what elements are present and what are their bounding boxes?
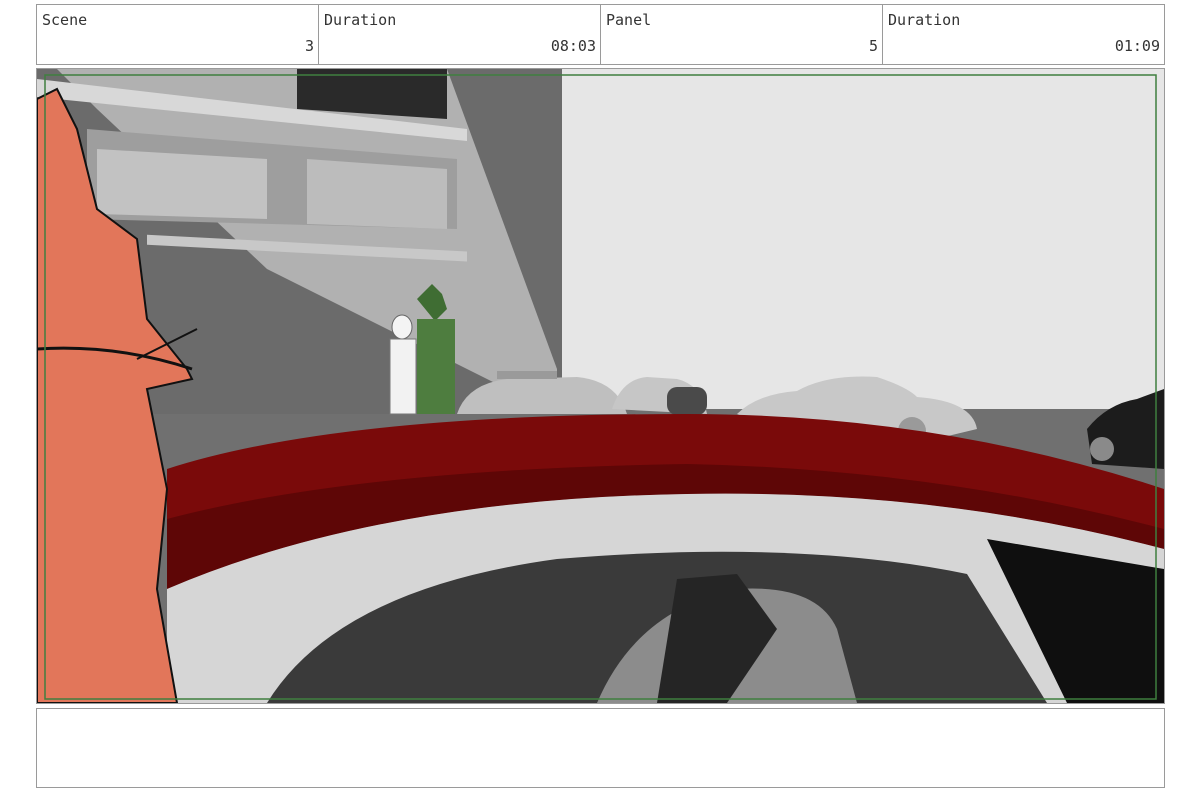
panel-duration-value: 01:09 xyxy=(1114,37,1160,55)
background-sky xyxy=(557,69,1164,409)
storyboard-panel-image[interactable] xyxy=(36,68,1165,704)
scene-label: Scene xyxy=(42,11,88,29)
scene-value: 3 xyxy=(304,37,314,55)
panel-drawing xyxy=(37,69,1164,703)
panel-duration-cell: Duration 01:09 xyxy=(883,5,1164,64)
scene-duration-label: Duration xyxy=(324,11,397,29)
scene-duration-value: 08:03 xyxy=(550,37,596,55)
balcony-panel-left xyxy=(97,149,267,219)
panel-notes[interactable] xyxy=(36,708,1165,788)
panel-cell: Panel 5 xyxy=(601,5,883,64)
balcony-panel-right xyxy=(307,159,447,229)
panel-value: 5 xyxy=(868,37,878,55)
officer-character xyxy=(389,314,417,415)
panel-duration-label: Duration xyxy=(888,11,961,29)
panel-header-table: Scene 3 Duration 08:03 Panel 5 Duration … xyxy=(36,4,1165,65)
scene-cell: Scene 3 xyxy=(37,5,319,64)
panel-label: Panel xyxy=(606,11,652,29)
scene-duration-cell: Duration 08:03 xyxy=(319,5,601,64)
